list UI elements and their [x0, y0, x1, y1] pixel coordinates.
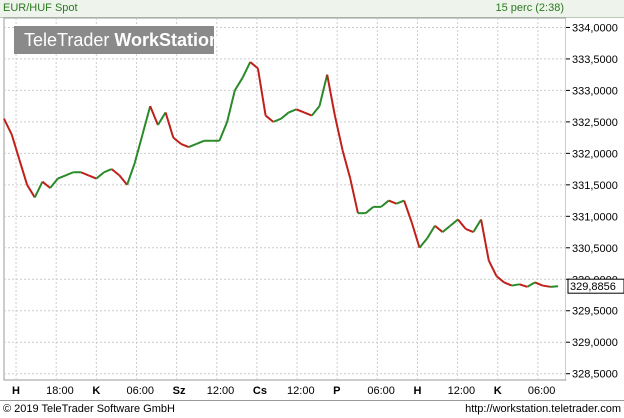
y-axis: 334,0000 333,5000 333,0000 332,5000 332,0000…	[566, 18, 624, 381]
x-tick-label: 12:00	[207, 385, 235, 397]
x-tick-label: 06:00	[528, 385, 556, 397]
chart-window: EUR/HUF Spot 15 perc (2:38) 334,0000 333,…	[0, 0, 624, 418]
x-tick-label: Sz	[173, 385, 186, 397]
x-tick-label: 18:00	[46, 385, 74, 397]
x-tick-label: P	[333, 385, 340, 397]
copyright-text: © 2019 TeleTrader Software GmbH	[3, 403, 175, 415]
x-tick-label: 06:00	[126, 385, 154, 397]
y-tick-label: 334,0000	[572, 22, 618, 34]
x-tick-label: 12:00	[287, 385, 315, 397]
last-value-marker: 329,8856	[567, 278, 624, 294]
y-tick-label: 333,0000	[572, 85, 618, 97]
y-tick-label: 331,5000	[572, 180, 618, 192]
x-tick-label: K	[92, 385, 100, 397]
price-segment	[511, 283, 520, 287]
x-tick-label: 06:00	[367, 385, 395, 397]
x-tick-label: K	[494, 385, 502, 397]
plot-area	[3, 17, 567, 381]
x-axis: H 18:00 K 06:00 Sz 12:00 Cs 12:00 P 06:00 H 12:00 K 0…	[12, 385, 555, 397]
price-chart: 334,0000 333,5000 333,0000 332,5000 332,0000…	[3, 17, 624, 397]
y-tick-label: 333,5000	[572, 54, 618, 66]
y-tick-label: 329,0000	[572, 337, 618, 349]
x-tick-label: H	[413, 385, 421, 397]
footer-url[interactable]: http://workstation.teletrader.com	[465, 403, 621, 415]
y-tick-label: 328,5000	[572, 369, 618, 381]
y-tick-label: 330,5000	[572, 243, 618, 255]
y-axis-bg	[566, 18, 624, 380]
teletrader-logo: TeleTrader WorkStation	[14, 26, 220, 54]
y-tick-label: 329,5000	[572, 306, 618, 318]
y-tick-label: 332,0000	[572, 148, 618, 160]
x-tick-label: 12:00	[448, 385, 476, 397]
y-tick-label: 331,0000	[572, 211, 618, 223]
last-value-label: 329,8856	[570, 281, 616, 293]
grid-lines	[3, 17, 567, 381]
price-segment	[542, 284, 551, 288]
chart-footer: © 2019 TeleTrader Software GmbH http://w…	[0, 400, 624, 418]
x-tick-label: Cs	[253, 385, 267, 397]
x-tick-label: H	[12, 385, 20, 397]
price-segment	[550, 285, 559, 288]
y-tick-label: 332,5000	[572, 117, 618, 129]
